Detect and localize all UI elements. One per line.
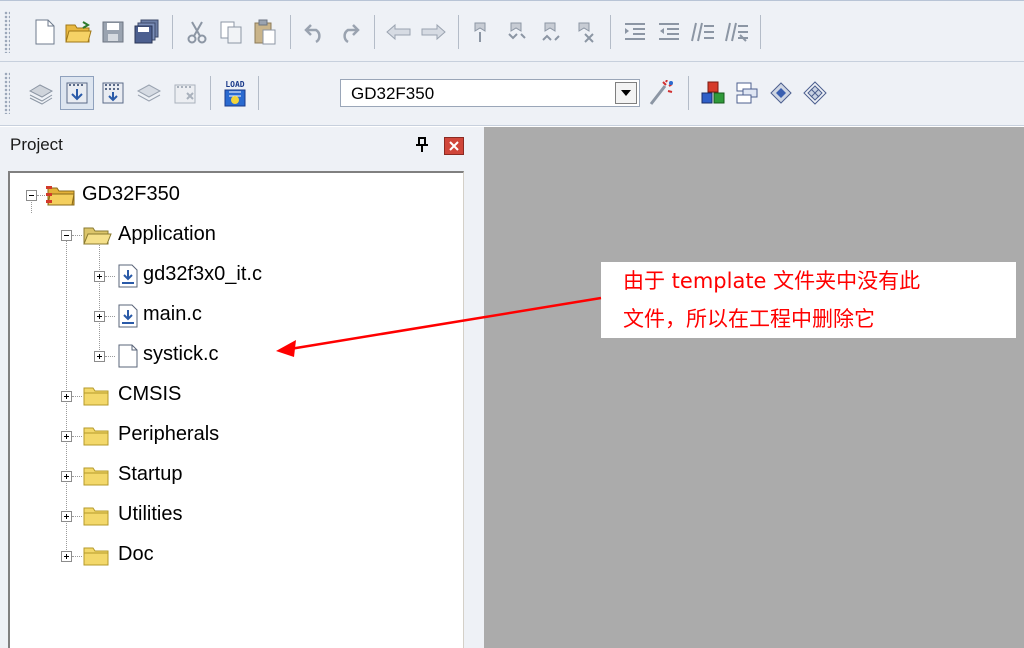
collapse-toggle[interactable] [61,230,72,241]
collapse-toggle[interactable] [26,190,37,201]
project-tree: GD32F350 Application gd32f3x0_it.c main.… [8,171,464,648]
expand-toggle[interactable] [94,271,105,282]
expand-toggle[interactable] [61,471,72,482]
open-file-icon[interactable] [62,15,96,49]
indent-icon[interactable] [618,15,652,49]
bookmark-prev-icon[interactable] [500,15,534,49]
annotation-line: 由于 template 文件夹中没有此 [623,269,921,293]
tree-node-label: Peripherals [118,423,220,445]
expand-toggle[interactable] [94,351,105,362]
navigate-forward-icon[interactable] [416,15,450,49]
load-label: LOAD [225,80,244,89]
redo-icon[interactable] [332,15,366,49]
expand-toggle[interactable] [61,511,72,522]
open-folder-icon [83,227,112,245]
bookmark-insert-icon[interactable] [466,15,500,49]
editor-area[interactable] [484,127,1024,648]
expand-toggle[interactable] [61,391,72,402]
target-select-value: GD32F350 [351,84,435,103]
manage-components-icon[interactable] [696,76,730,110]
folder-icon [83,507,109,526]
undo-icon[interactable] [298,15,332,49]
expand-toggle[interactable] [94,311,105,322]
annotation-note: 由于 template 文件夹中没有此 文件，所以在工程中删除它 [601,262,1016,338]
save-all-icon[interactable] [130,15,164,49]
project-panel: Project GD32F350 Application gd32f3x0_it… [0,127,484,648]
dropdown-button[interactable] [615,82,637,104]
batch-build-icon[interactable] [132,76,166,110]
c-source-file-icon [118,304,138,328]
folder-icon [83,427,109,446]
tree-node-label: systick.c [143,343,219,365]
comment-icon[interactable] [686,15,720,49]
missing-file-icon [118,344,138,368]
panel-title: Project [10,135,63,154]
paste-icon[interactable] [248,15,282,49]
pin-icon[interactable] [415,137,429,153]
copy-icon[interactable] [214,15,248,49]
expand-toggle[interactable] [61,551,72,562]
pack-installer-icon[interactable] [798,76,832,110]
new-file-icon[interactable] [28,15,62,49]
standard-toolbar [0,0,1024,62]
c-source-file-icon [118,264,138,288]
unindent-icon[interactable] [652,15,686,49]
chevron-down-icon [621,90,631,96]
software-packs-icon[interactable] [764,76,798,110]
navigate-back-icon[interactable] [382,15,416,49]
save-icon[interactable] [96,15,130,49]
folder-icon [83,547,109,566]
annotation-line: 文件，所以在工程中删除它 [623,307,875,331]
folder-icon [83,467,109,486]
bookmark-clear-icon[interactable] [568,15,602,49]
cut-icon[interactable] [180,15,214,49]
tree-node-label: GD32F350 [82,183,180,205]
tree-node-label: Doc [118,543,154,565]
build-toolbar: LOAD GD32F350 [0,62,1024,126]
target-select[interactable]: GD32F350 [340,79,640,107]
rebuild-icon[interactable] [96,76,130,110]
close-icon [449,141,459,151]
uncomment-icon[interactable] [720,15,754,49]
folder-icon [83,387,109,406]
tree-node-label: Utilities [118,503,183,525]
tree-node-label: CMSIS [118,383,182,405]
translate-icon[interactable] [24,76,58,110]
tree-node-label: Application [118,223,216,245]
close-panel-button[interactable] [444,137,464,155]
panel-header: Project [0,127,484,165]
build-icon[interactable] [60,76,94,110]
target-options-icon[interactable] [644,76,678,110]
tree-node-label: gd32f3x0_it.c [143,263,262,285]
toolbar-grip[interactable] [4,72,10,114]
expand-toggle[interactable] [61,431,72,442]
toolbar-grip[interactable] [4,11,10,53]
bookmark-next-icon[interactable] [534,15,568,49]
tree-node-label: Startup [118,463,183,485]
select-packs-icon[interactable] [730,76,764,110]
stop-build-icon[interactable] [168,76,202,110]
download-load-icon[interactable]: LOAD [218,76,252,110]
project-folder-icon [46,186,75,206]
tree-node-label: main.c [143,303,202,325]
